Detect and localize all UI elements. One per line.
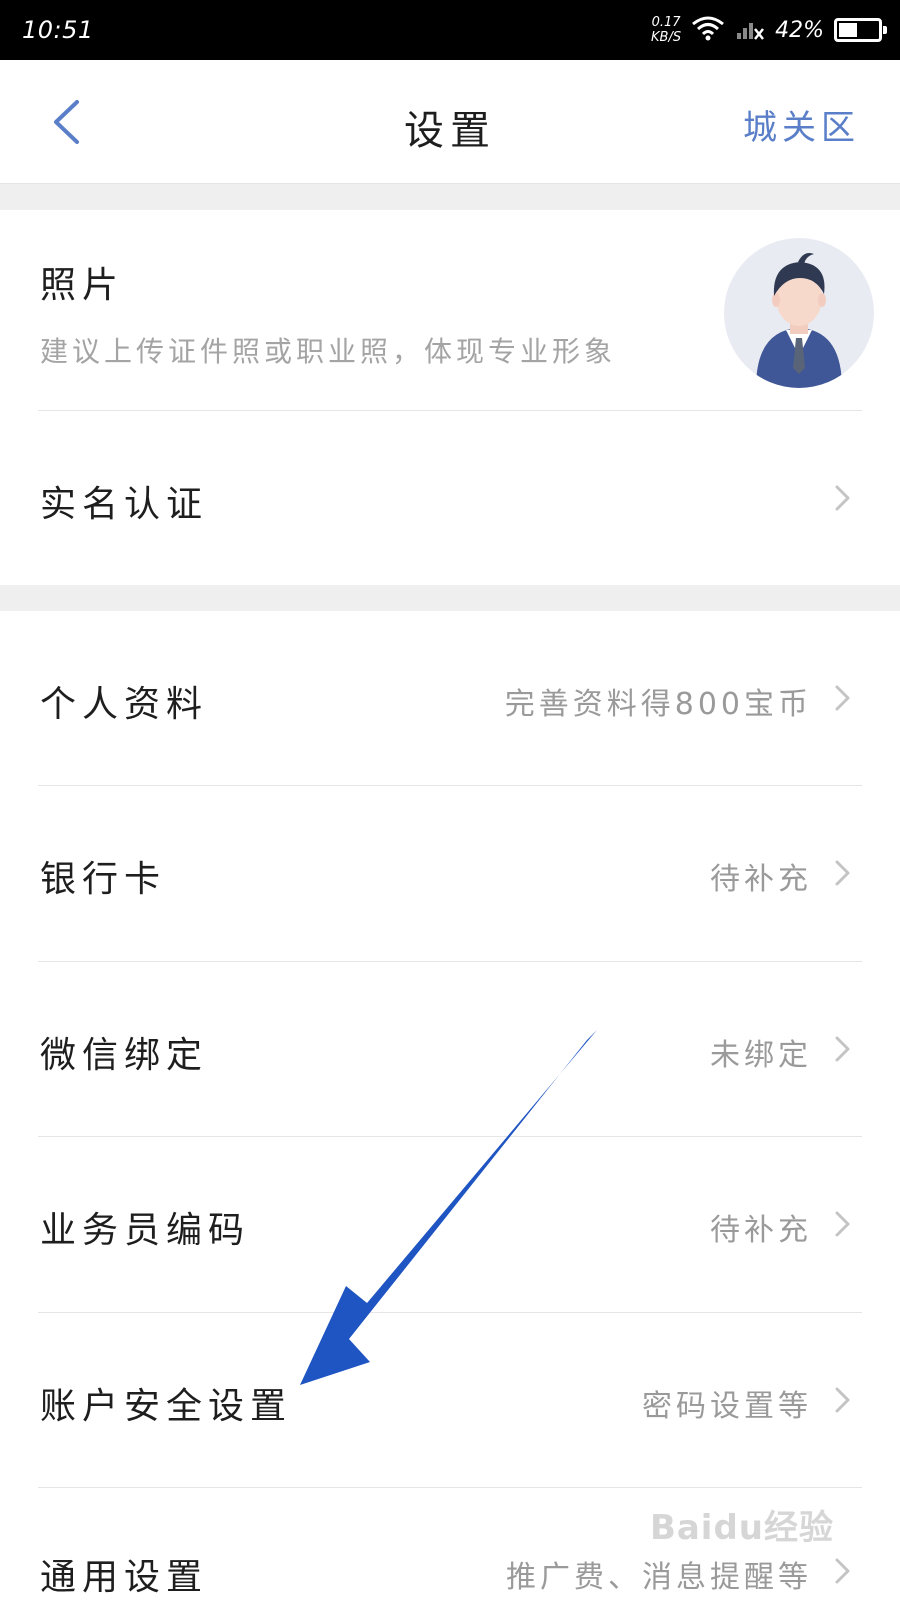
salesperson-code-label: 业务员编码 xyxy=(40,1210,251,1251)
bank-card-value: 待补充 xyxy=(710,862,812,897)
region-selector[interactable]: 城关区 xyxy=(743,100,860,149)
wechat-binding-value: 未绑定 xyxy=(710,1038,812,1073)
signal-icon xyxy=(735,15,765,45)
bank-card-row[interactable]: 银行卡 待补充 xyxy=(0,786,900,961)
general-settings-value: 推广费、消息提醒等 xyxy=(506,1560,812,1595)
navigation-bar: 设置 城关区 xyxy=(0,60,900,184)
photo-row[interactable]: 照片 建议上传证件照或职业照，体现专业形象 xyxy=(0,210,900,410)
realname-label: 实名认证 xyxy=(40,484,209,525)
personal-info-row[interactable]: 个人资料 完善资料得800宝币 xyxy=(0,611,900,785)
chevron-right-icon xyxy=(835,685,850,711)
photo-label: 照片 xyxy=(40,265,125,306)
network-speed-unit: KB/S xyxy=(651,30,682,45)
salesperson-code-row[interactable]: 业务员编码 待补充 xyxy=(0,1137,900,1312)
chevron-right-icon xyxy=(835,485,850,511)
general-settings-label: 通用设置 xyxy=(40,1557,209,1598)
avatar[interactable] xyxy=(724,238,874,388)
watermark: Baidu经验 xyxy=(649,1508,834,1548)
status-icons: 0.17 KB/S 42% xyxy=(651,10,887,50)
wifi-icon xyxy=(691,15,725,45)
wechat-binding-label: 微信绑定 xyxy=(40,1035,209,1076)
account-security-row[interactable]: 账户安全设置 密码设置等 xyxy=(0,1313,900,1487)
personal-info-value: 完善资料得800宝币 xyxy=(504,687,812,722)
salesperson-code-value: 待补充 xyxy=(710,1213,812,1248)
status-bar: 10:51 0.17 KB/S 42% xyxy=(0,0,900,60)
chevron-right-icon xyxy=(835,1211,850,1237)
default-avatar-icon xyxy=(756,253,842,388)
network-speed-value: 0.17 xyxy=(651,15,681,30)
status-time: 10:51 xyxy=(22,16,94,44)
chevron-right-icon xyxy=(835,860,850,886)
photo-hint: 建议上传证件照或职业照，体现专业形象 xyxy=(40,335,617,368)
chevron-right-icon xyxy=(835,1387,850,1413)
battery-percentage: 42% xyxy=(775,17,824,43)
battery-icon xyxy=(834,18,887,42)
battery-level xyxy=(839,23,857,37)
section-divider xyxy=(0,184,900,210)
network-speed: 0.17 KB/S xyxy=(651,15,681,45)
bank-card-label: 银行卡 xyxy=(40,859,167,900)
account-security-label: 账户安全设置 xyxy=(40,1386,293,1427)
personal-info-label: 个人资料 xyxy=(40,684,209,725)
chevron-right-icon xyxy=(835,1036,850,1062)
section-divider xyxy=(0,585,900,611)
wechat-binding-row[interactable]: 微信绑定 未绑定 xyxy=(0,962,900,1136)
realname-verification-row[interactable]: 实名认证 xyxy=(0,411,900,585)
account-security-value: 密码设置等 xyxy=(642,1389,812,1424)
chevron-right-icon xyxy=(835,1558,850,1584)
